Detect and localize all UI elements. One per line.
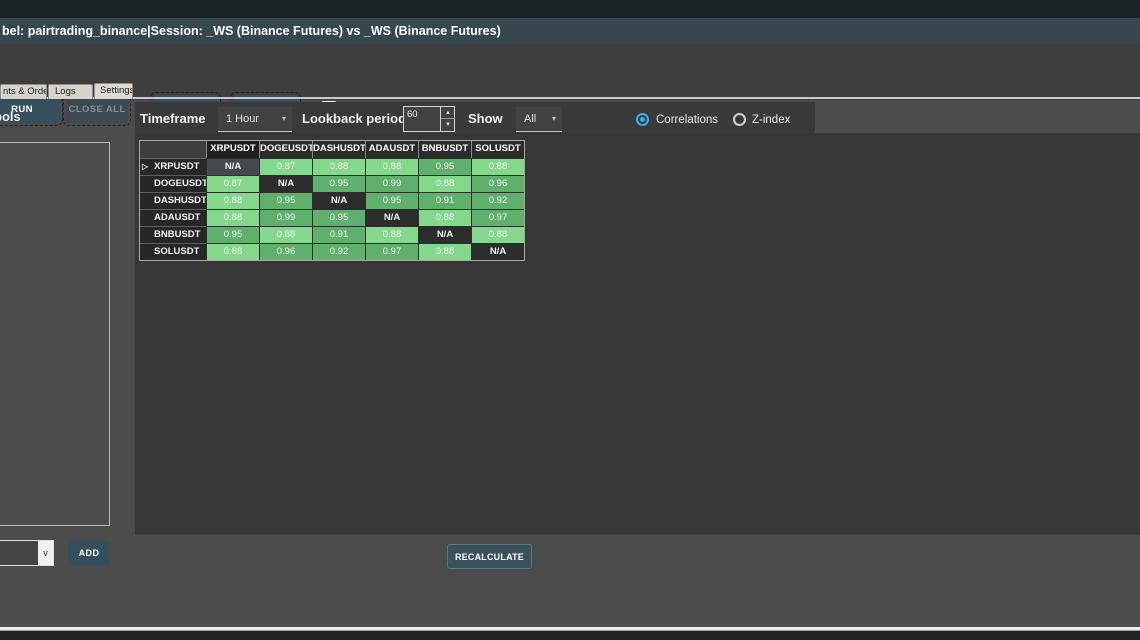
matrix-col-header[interactable]: DOGEUSDT bbox=[259, 141, 312, 158]
tab-settings[interactable]: Settings bbox=[94, 83, 133, 99]
matrix-cell[interactable]: 0.88 bbox=[206, 209, 259, 226]
matrix-cell[interactable]: 0.96 bbox=[471, 175, 524, 192]
symbol-combobox[interactable]: v bbox=[0, 540, 54, 566]
show-dropdown[interactable]: All ▾ bbox=[516, 107, 562, 132]
matrix-cell[interactable]: 0.95 bbox=[418, 158, 471, 175]
window-title: bel: pairtrading_binance|Session: _WS (B… bbox=[2, 24, 501, 38]
matrix-cell[interactable]: N/A bbox=[259, 175, 312, 192]
tab-logs[interactable]: Logs bbox=[48, 84, 93, 99]
matrix-cell[interactable]: 0.95 bbox=[365, 192, 418, 209]
matrix-cell[interactable]: 0.97 bbox=[365, 243, 418, 260]
matrix-cell[interactable]: 0.92 bbox=[471, 192, 524, 209]
matrix-col-header[interactable]: ADAUSDT bbox=[365, 141, 418, 158]
correlations-radio-label: Correlations bbox=[656, 114, 718, 126]
lookback-period-value: 60 bbox=[407, 109, 418, 120]
recalculate-button[interactable]: RECALCULATE bbox=[447, 544, 532, 569]
matrix-cell[interactable]: 0.88 bbox=[365, 158, 418, 175]
matrix-cell[interactable]: 0.97 bbox=[471, 209, 524, 226]
matrix-row: SOLUSDT0.880.960.920.970.88N/A bbox=[140, 243, 524, 260]
matrix-cell[interactable]: 0.88 bbox=[418, 209, 471, 226]
tab-events-orders[interactable]: nts & Orders bbox=[0, 84, 47, 99]
window-titlebar: bel: pairtrading_binance|Session: _WS (B… bbox=[0, 18, 1140, 44]
spinner-arrows: ▲ ▼ bbox=[440, 107, 454, 131]
matrix-row-header[interactable]: SOLUSDT bbox=[140, 243, 206, 260]
bottom-status-bar bbox=[0, 631, 1140, 640]
matrix-cell[interactable]: 0.95 bbox=[206, 226, 259, 243]
matrix-cell[interactable]: 0.95 bbox=[259, 192, 312, 209]
matrix-cell[interactable]: 0.88 bbox=[259, 226, 312, 243]
matrix-cell[interactable]: 0.96 bbox=[259, 243, 312, 260]
show-value: All bbox=[524, 107, 536, 131]
tab-settings-label: Settings bbox=[100, 85, 133, 96]
matrix-row: ▷XRPUSDTN/A0.870.880.880.950.88 bbox=[140, 158, 524, 175]
matrix-row: DASHUSDT0.880.95N/A0.950.910.92 bbox=[140, 192, 524, 209]
matrix-row: ADAUSDT0.880.990.95N/A0.880.97 bbox=[140, 209, 524, 226]
matrix-col-header[interactable]: DASHUSDT bbox=[312, 141, 365, 158]
matrix-cell[interactable]: 0.88 bbox=[312, 158, 365, 175]
matrix-cell[interactable]: 0.99 bbox=[365, 175, 418, 192]
timeframe-label: Timeframe bbox=[140, 111, 206, 126]
matrix-row: BNBUSDT0.950.880.910.88N/A0.88 bbox=[140, 226, 524, 243]
matrix-cell[interactable]: 0.88 bbox=[365, 226, 418, 243]
matrix-col-header[interactable]: BNBUSDT bbox=[418, 141, 471, 158]
matrix-cell[interactable]: N/A bbox=[365, 209, 418, 226]
matrix-cell[interactable]: N/A bbox=[312, 192, 365, 209]
matrix-row-header[interactable]: BNBUSDT bbox=[140, 226, 206, 243]
chevron-down-icon: ▾ bbox=[552, 107, 556, 131]
top-black-bar bbox=[0, 0, 1140, 18]
add-button[interactable]: ADD bbox=[68, 541, 110, 565]
matrix-cell[interactable]: 0.87 bbox=[259, 158, 312, 175]
z-index-radio[interactable] bbox=[733, 113, 746, 126]
matrix-cell[interactable]: 0.88 bbox=[471, 226, 524, 243]
lookback-period-label: Lookback period bbox=[302, 111, 406, 126]
matrix-cell[interactable]: 0.92 bbox=[312, 243, 365, 260]
matrix-cell[interactable]: 0.99 bbox=[259, 209, 312, 226]
matrix-row-header[interactable]: ADAUSDT bbox=[140, 209, 206, 226]
correlation-matrix[interactable]: XRPUSDTDOGEUSDTDASHUSDTADAUSDTBNBUSDTSOL… bbox=[139, 140, 525, 261]
matrix-row-header[interactable]: DASHUSDT bbox=[140, 192, 206, 209]
matrix-col-header[interactable]: SOLUSDT bbox=[471, 141, 524, 158]
matrix-row-header[interactable]: ▷XRPUSDT bbox=[140, 158, 206, 175]
matrix-cell[interactable]: 0.91 bbox=[418, 192, 471, 209]
lookback-period-spinner[interactable]: 60 ▲ ▼ bbox=[403, 106, 455, 132]
app-window: bel: pairtrading_binance|Session: _WS (B… bbox=[0, 0, 1140, 640]
spinner-up-icon[interactable]: ▲ bbox=[441, 107, 455, 119]
chevron-down-icon: ▾ bbox=[282, 107, 286, 131]
symbols-list-box[interactable] bbox=[0, 142, 110, 526]
symbols-group-label: bols bbox=[0, 109, 21, 124]
matrix-row: DOGEUSDT0.87N/A0.950.990.880.96 bbox=[140, 175, 524, 192]
matrix-cell[interactable]: 0.88 bbox=[206, 192, 259, 209]
tab-logs-label: Logs bbox=[55, 86, 76, 97]
button-strip: RUN CLOSE ALL CLEAR ALL VIEW LOG Launch … bbox=[0, 44, 1140, 100]
matrix-cell[interactable]: 0.91 bbox=[312, 226, 365, 243]
matrix-corner-cell bbox=[140, 141, 206, 158]
matrix-cell[interactable]: 0.87 bbox=[206, 175, 259, 192]
current-row-indicator-icon: ▷ bbox=[142, 159, 148, 175]
matrix-col-header[interactable]: XRPUSDT bbox=[206, 141, 259, 158]
show-label: Show bbox=[468, 111, 503, 126]
spinner-down-icon[interactable]: ▼ bbox=[441, 119, 455, 131]
tab-strip-baseline bbox=[0, 97, 1140, 99]
matrix-cell[interactable]: N/A bbox=[418, 226, 471, 243]
combo-chevron-down-icon[interactable]: v bbox=[38, 541, 53, 565]
matrix-cell[interactable]: N/A bbox=[471, 243, 524, 260]
timeframe-dropdown[interactable]: 1 Hour ▾ bbox=[218, 107, 292, 132]
matrix-row-header[interactable]: DOGEUSDT bbox=[140, 175, 206, 192]
matrix-cell[interactable]: 0.95 bbox=[312, 209, 365, 226]
correlations-radio[interactable] bbox=[636, 113, 649, 126]
matrix-cell[interactable]: N/A bbox=[206, 158, 259, 175]
matrix-cell[interactable]: 0.88 bbox=[206, 243, 259, 260]
matrix-cell[interactable]: 0.95 bbox=[312, 175, 365, 192]
matrix-cell[interactable]: 0.88 bbox=[418, 175, 471, 192]
tab-events-orders-label: nts & Orders bbox=[3, 86, 47, 97]
timeframe-value: 1 Hour bbox=[226, 107, 259, 131]
z-index-radio-label: Z-index bbox=[752, 114, 790, 126]
matrix-cell[interactable]: 0.88 bbox=[471, 158, 524, 175]
close-all-button[interactable]: CLOSE ALL bbox=[66, 95, 128, 123]
matrix-cell[interactable]: 0.88 bbox=[418, 243, 471, 260]
